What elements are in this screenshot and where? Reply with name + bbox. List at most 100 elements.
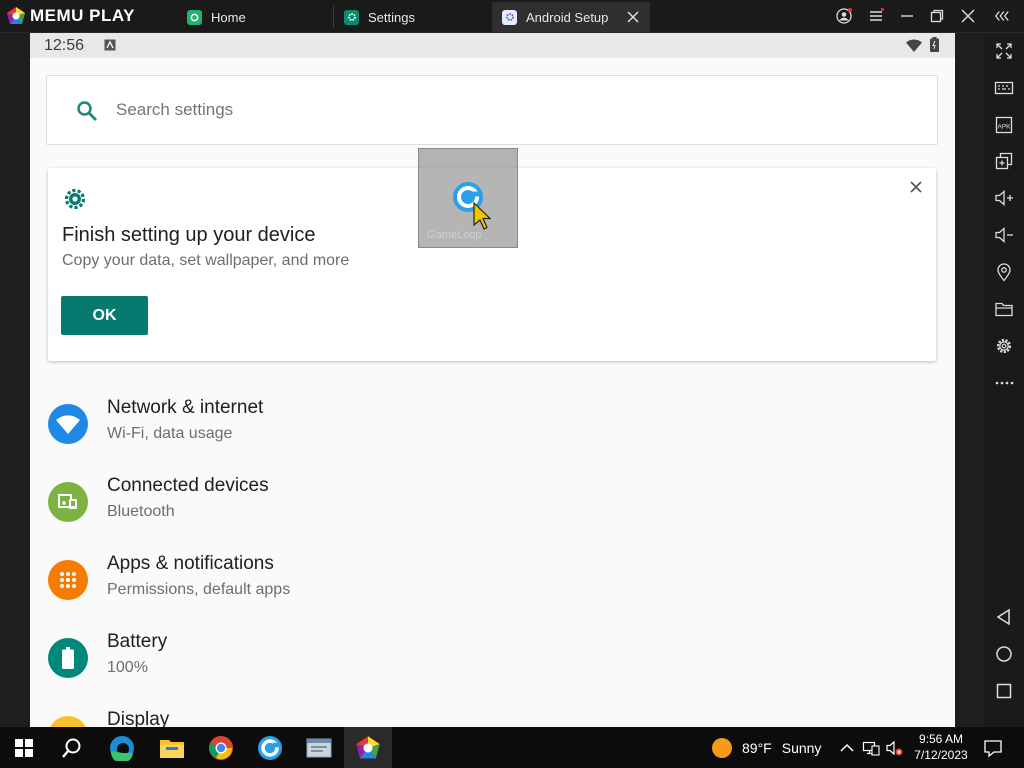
- app-window-icon: [306, 738, 332, 757]
- more-icon[interactable]: [994, 373, 1014, 393]
- volume-up-icon[interactable]: [994, 188, 1014, 208]
- account-icon[interactable]: [836, 8, 852, 24]
- emulator-window: MEMU PLAY Home Settings Android Setup AP…: [0, 0, 1024, 768]
- memu-logo-icon: [7, 7, 25, 24]
- chrome-icon: [208, 735, 233, 760]
- taskbar-app[interactable]: [295, 727, 343, 768]
- cursor-icon: [473, 201, 492, 230]
- drag-ghost-label: GameLoop: [427, 229, 482, 241]
- taskbar-date: 7/12/2023: [914, 748, 968, 762]
- edge-icon: [110, 735, 134, 761]
- item-subtitle: 100%: [107, 659, 148, 676]
- status-bar: 12:56: [30, 33, 955, 58]
- taskbar-gameloop[interactable]: [246, 727, 294, 768]
- back-icon[interactable]: [994, 607, 1014, 627]
- status-time: 12:56: [44, 37, 85, 54]
- card-subtitle: Copy your data, set wallpaper, and more: [62, 252, 350, 269]
- setup-tab-icon: [502, 9, 517, 25]
- keyboard-icon[interactable]: [994, 78, 1014, 98]
- emulator-sidebar: APK: [985, 33, 1024, 727]
- item-title: Connected devices: [107, 475, 269, 496]
- taskbar-chrome[interactable]: [197, 727, 245, 768]
- settings-tab-icon: [344, 9, 359, 25]
- search-placeholder: Search settings: [116, 100, 234, 119]
- taskbar: 89°F Sunny 9:56 AM 7/12/2023: [0, 727, 1024, 768]
- android-screen: 12:56 Search settings Finish setting up …: [30, 33, 955, 727]
- close-tab-icon[interactable]: [626, 10, 640, 24]
- sun-icon: [712, 738, 732, 758]
- settings-icon[interactable]: [994, 336, 1014, 356]
- tab-settings[interactable]: Settings: [336, 2, 491, 32]
- taskbar-search[interactable]: [48, 727, 96, 768]
- memu-logo: MEMU PLAY: [6, 6, 135, 26]
- volume-muted-icon[interactable]: [885, 739, 903, 757]
- weather-temp: 89°F: [742, 740, 772, 756]
- apk-icon[interactable]: APK: [994, 115, 1014, 135]
- search-bar[interactable]: Search settings: [46, 75, 938, 145]
- item-subtitle: Bluetooth: [107, 503, 175, 520]
- item-subtitle: Permissions, default apps: [107, 581, 291, 598]
- apps-icon: [48, 560, 88, 600]
- list-item-battery[interactable]: Battery 100%: [30, 627, 955, 705]
- tab-settings-label: Settings: [368, 9, 415, 25]
- item-subtitle: Wi-Fi, data usage: [107, 425, 233, 442]
- item-title: Battery: [107, 631, 168, 652]
- ok-button[interactable]: OK: [61, 296, 148, 335]
- tab-android-setup-label: Android Setup: [526, 9, 609, 25]
- restore-icon[interactable]: [929, 8, 945, 24]
- tab-home-label: Home: [211, 9, 246, 25]
- close-window-icon[interactable]: [960, 8, 976, 24]
- wifi-status-icon: [906, 39, 922, 52]
- fullscreen-icon[interactable]: [994, 41, 1014, 61]
- devices-icon: [48, 482, 88, 522]
- title-bar: MEMU PLAY Home Settings Android Setup: [0, 0, 1024, 33]
- chevron-up-icon[interactable]: [838, 739, 856, 757]
- taskbar-time: 9:56 AM: [918, 732, 964, 746]
- taskbar-explorer[interactable]: [148, 727, 196, 768]
- minimize-icon[interactable]: [899, 8, 915, 24]
- battery-icon: [48, 638, 88, 678]
- gameloop-taskbar-icon: [258, 735, 282, 760]
- list-item-display[interactable]: Display: [30, 705, 955, 727]
- svg-text:APK: APK: [997, 124, 1011, 131]
- weather-widget[interactable]: 89°F Sunny: [711, 737, 821, 759]
- battery-status-icon: [930, 37, 939, 52]
- home-nav-icon[interactable]: [994, 644, 1014, 664]
- weather-text: Sunny: [781, 740, 822, 756]
- taskbar-edge[interactable]: [98, 727, 146, 768]
- list-item-apps[interactable]: Apps & notifications Permissions, defaul…: [30, 549, 955, 627]
- taskbar-clock[interactable]: 9:56 AM 7/12/2023: [906, 731, 976, 763]
- location-icon[interactable]: [994, 262, 1014, 282]
- start-button[interactable]: [0, 727, 48, 768]
- wifi-icon: [48, 404, 88, 444]
- volume-down-icon[interactable]: [994, 225, 1014, 245]
- item-title: Apps & notifications: [107, 553, 274, 574]
- card-title: Finish setting up your device: [62, 224, 316, 246]
- search-icon: [77, 101, 97, 121]
- taskbar-search-icon: [62, 738, 81, 758]
- network-icon[interactable]: [862, 739, 880, 757]
- tab-divider: [333, 6, 334, 28]
- dismiss-card-icon[interactable]: [910, 181, 922, 193]
- item-title: Network & internet: [107, 397, 264, 418]
- multi-instance-icon[interactable]: [994, 151, 1014, 171]
- collapse-sidebar-icon[interactable]: [994, 8, 1010, 24]
- dragged-app-ghost: GameLoop: [418, 148, 518, 248]
- folder-icon[interactable]: [994, 299, 1014, 319]
- recents-icon[interactable]: [994, 681, 1014, 701]
- display-icon: [48, 716, 88, 727]
- taskbar-memu[interactable]: [344, 727, 392, 768]
- list-item-network[interactable]: Network & internet Wi-Fi, data usage: [30, 393, 955, 471]
- list-item-connected-devices[interactable]: Connected devices Bluetooth: [30, 471, 955, 549]
- menu-icon[interactable]: [868, 8, 884, 24]
- home-tab-icon: [187, 9, 202, 25]
- notification-icon: [104, 39, 116, 51]
- tab-android-setup[interactable]: Android Setup: [492, 2, 650, 32]
- gear-icon: [64, 188, 86, 210]
- app-name: MEMU PLAY: [30, 6, 135, 25]
- notifications-icon[interactable]: [983, 738, 1003, 758]
- tab-home[interactable]: Home: [180, 2, 332, 32]
- item-title: Display: [107, 709, 170, 727]
- memu-taskbar-icon: [356, 735, 380, 758]
- windows-icon: [15, 738, 33, 757]
